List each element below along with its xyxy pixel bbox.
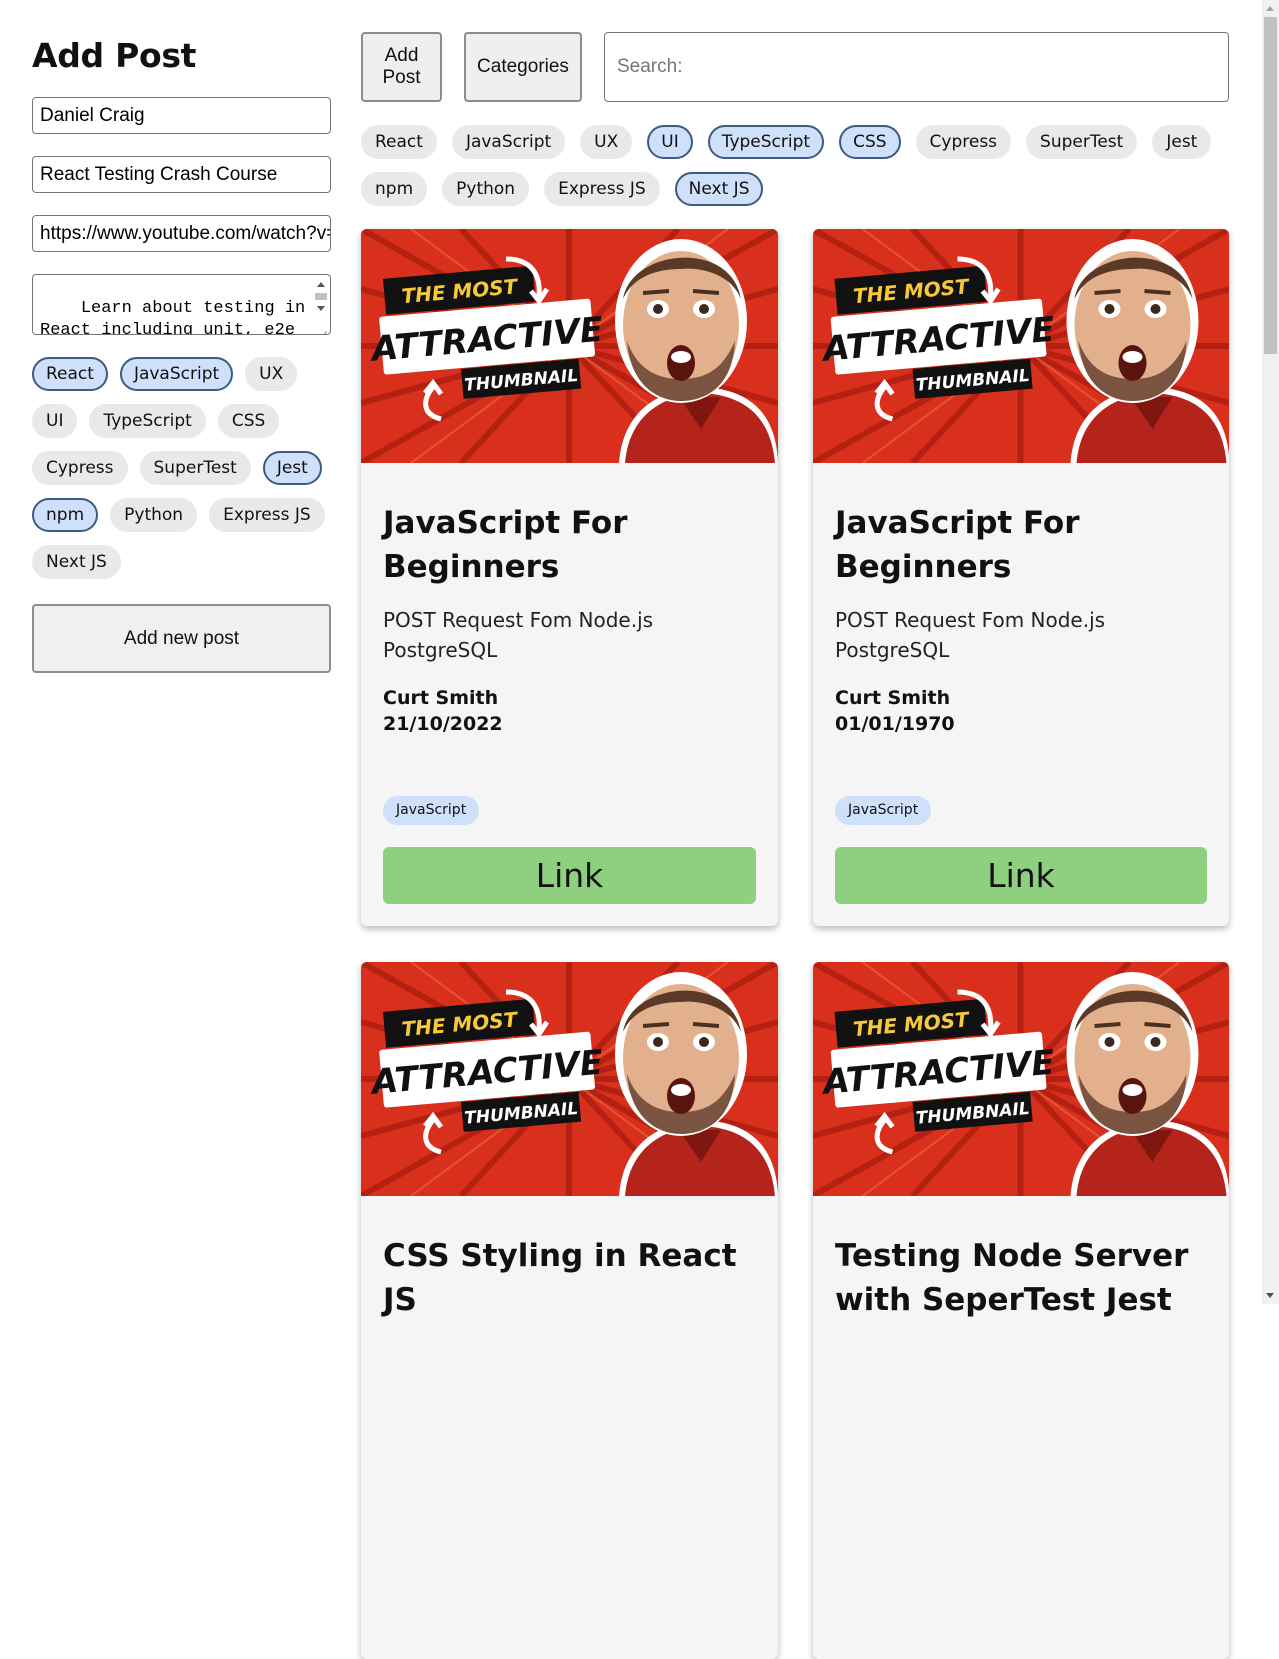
post-tag-cypress[interactable]: Cypress [32,451,128,485]
filter-tag-express-js[interactable]: Express JS [544,172,660,206]
scroll-up-icon[interactable] [1266,6,1274,11]
filter-tag-npm[interactable]: npm [361,172,428,206]
post-date: 21/10/2022 [383,713,503,735]
title-input[interactable]: React Testing Crash Course [32,156,331,193]
search-input[interactable]: Search: [604,32,1229,102]
post-description: POST Request Fom Node.js PostgreSQL [383,608,654,662]
post-card: THE MOST ATTRACTIVE THUMBNAIL JavaScript… [813,229,1229,926]
post-title: JavaScript For Beginners [835,505,1080,585]
post-tag-ux[interactable]: UX [245,357,298,391]
post-tag-npm[interactable]: npm [32,498,99,532]
page-scrollbar[interactable] [1262,0,1279,1304]
scroll-thumb[interactable] [1264,17,1277,354]
add-post-heading: Add Post [32,36,197,75]
add-post-panel: Add Post Daniel Craig React Testing Cras… [32,36,331,673]
filter-tag-jest[interactable]: Jest [1152,125,1212,159]
post-tag-javascript[interactable]: JavaScript [119,357,234,391]
post-tag-next-js[interactable]: Next JS [32,545,121,579]
post-title: CSS Styling in React JS [383,1238,737,1318]
scroll-up-icon[interactable] [317,282,325,287]
url-input[interactable]: https://www.youtube.com/watch?v= [32,215,331,252]
filter-tag-css[interactable]: CSS [839,125,901,159]
posts-area: Add Post Categories Search: React JavaScr… [361,32,1229,1659]
post-tag-python[interactable]: Python [110,498,198,532]
post-tag-react[interactable]: React [32,357,108,391]
add-post-button[interactable]: Add Post [361,32,442,102]
toolbar: Add Post Categories Search: [361,32,1229,102]
post-grid: THE MOST ATTRACTIVE THUMBNAIL JavaScript… [361,229,1229,1659]
post-thumbnail: THE MOST ATTRACTIVE THUMBNAIL [361,962,778,1196]
filter-tag-next-js[interactable]: Next JS [674,172,764,206]
scroll-thumb[interactable] [315,293,327,300]
post-tag-ui[interactable]: UI [32,404,78,438]
post-tag-chip: JavaScript [383,796,480,825]
post-thumbnail: THE MOST ATTRACTIVE THUMBNAIL [361,229,778,463]
post-tag-express-js[interactable]: Express JS [209,498,325,532]
add-new-post-button[interactable]: Add new post [32,604,331,673]
post-description: POST Request Fom Node.js PostgreSQL [835,608,1106,662]
post-link-button[interactable]: Link [383,847,756,904]
post-tag-css[interactable]: CSS [217,404,280,438]
post-card-body: JavaScript For Beginners POST Request Fom… [813,501,1229,737]
post-tag-supertest[interactable]: SuperTest [139,451,251,485]
post-tag-jest[interactable]: Jest [262,451,322,485]
post-tags: JavaScript [835,796,932,825]
post-date: 01/01/1970 [835,713,955,735]
scroll-down-icon[interactable] [317,306,325,311]
filter-tag-ui[interactable]: UI [647,125,693,159]
post-card-body: Testing Node Server with SeperTest Jest [813,1234,1229,1322]
author-input[interactable]: Daniel Craig [32,97,331,134]
post-thumbnail: THE MOST ATTRACTIVE THUMBNAIL [813,229,1229,463]
filter-tag-javascript[interactable]: JavaScript [451,125,566,159]
post-card: THE MOST ATTRACTIVE THUMBNAIL CSS Stylin… [361,962,778,1659]
post-author: Curt Smith [383,687,499,709]
post-card-body: JavaScript For Beginners POST Request Fom… [361,501,778,737]
filter-tag-typescript[interactable]: TypeScript [707,125,825,159]
filter-tag-ux[interactable]: UX [580,125,633,159]
filter-tag-supertest[interactable]: SuperTest [1026,125,1138,159]
post-tag-chip: JavaScript [835,796,932,825]
post-title: JavaScript For Beginners [383,505,628,585]
post-card-body: CSS Styling in React JS [361,1234,778,1322]
post-card: THE MOST ATTRACTIVE THUMBNAIL Testing No… [813,962,1229,1659]
post-tag-typescript[interactable]: TypeScript [89,404,206,438]
resize-grip-icon[interactable] [319,324,328,333]
post-tag-selector: React JavaScript UX UI TypeScript CSS Cypress S… [32,357,331,579]
category-filters: React JavaScript UX UI TypeScript CSS Cypress S… [361,125,1229,206]
filter-tag-cypress[interactable]: Cypress [915,125,1012,159]
post-link-button[interactable]: Link [835,847,1207,904]
post-thumbnail: THE MOST ATTRACTIVE THUMBNAIL [813,962,1229,1196]
filter-tag-python[interactable]: Python [442,172,530,206]
filter-tag-react[interactable]: React [361,125,437,159]
categories-button[interactable]: Categories [464,32,582,102]
post-title: Testing Node Server with SeperTest Jest [835,1238,1189,1318]
description-textarea[interactable]: Learn about testing in React including u… [32,274,331,335]
scroll-down-icon[interactable] [1266,1293,1274,1298]
description-text: Learn about testing in React including u… [40,298,306,335]
post-card: THE MOST ATTRACTIVE THUMBNAIL JavaScript… [361,229,778,926]
post-tags: JavaScript [383,796,480,825]
post-author: Curt Smith [835,687,951,709]
